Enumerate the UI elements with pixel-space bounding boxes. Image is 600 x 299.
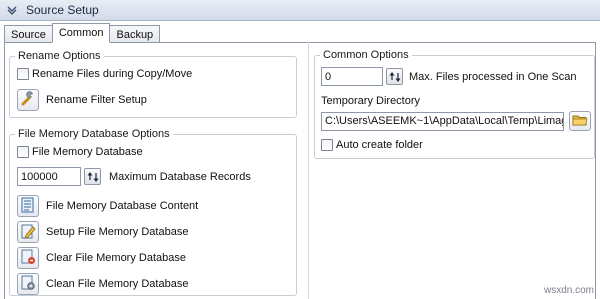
db-clear-button[interactable] xyxy=(17,247,39,269)
rename-files-checkbox[interactable] xyxy=(17,68,29,80)
document-list-icon xyxy=(20,197,36,216)
temp-dir-label: Temporary Directory xyxy=(321,95,421,107)
watermark: wsxdn.com xyxy=(543,285,594,296)
rename-filter-setup-label: Rename Filter Setup xyxy=(46,94,147,106)
temp-dir-row: C:\Users\ASEEMK~1\AppData\Local\Temp\Lim… xyxy=(321,111,591,131)
rename-filter-setup-button[interactable] xyxy=(17,89,39,111)
edit-document-icon xyxy=(20,223,36,242)
browse-folder-button[interactable] xyxy=(569,111,591,131)
temp-dir-input[interactable]: C:\Users\ASEEMK~1\AppData\Local\Temp\Lim… xyxy=(321,111,564,131)
group-title: Common Options xyxy=(320,49,412,61)
max-records-row: 100000 Maximum Database Records xyxy=(17,167,251,186)
max-records-input[interactable]: 100000 xyxy=(17,167,81,186)
db-setup-row: Setup File Memory Database xyxy=(17,221,188,243)
db-content-row: File Memory Database Content xyxy=(17,195,198,217)
rename-files-row: Rename Files during Copy/Move xyxy=(17,68,192,80)
tab-label: Common xyxy=(58,27,104,39)
db-content-label: File Memory Database Content xyxy=(46,200,199,212)
window-title: Source Setup xyxy=(26,3,99,17)
max-files-input[interactable]: 0 xyxy=(321,67,383,86)
group-title: Rename Options xyxy=(15,50,104,62)
group-title: File Memory Database Options xyxy=(15,128,173,140)
file-memory-db-label[interactable]: File Memory Database xyxy=(32,146,143,158)
max-records-label: Maximum Database Records xyxy=(109,170,251,183)
auto-create-row: Auto create folder xyxy=(321,139,423,151)
delete-document-icon xyxy=(20,249,36,268)
auto-create-checkbox[interactable] xyxy=(321,139,333,151)
up-down-arrows-icon xyxy=(389,71,400,82)
max-files-spinner[interactable] xyxy=(386,68,403,85)
db-clear-label: Clear File Memory Database xyxy=(46,252,186,264)
db-setup-label: Setup File Memory Database xyxy=(46,226,189,238)
db-content-button[interactable] xyxy=(17,195,39,217)
wrench-icon xyxy=(20,90,36,110)
window-titlebar: Source Setup xyxy=(0,0,600,21)
rename-files-label[interactable]: Rename Files during Copy/Move xyxy=(32,68,192,80)
tab-backup[interactable]: Backup xyxy=(109,25,161,43)
db-clean-label: Clean File Memory Database xyxy=(46,278,189,290)
chevron-down-icon[interactable] xyxy=(6,4,18,16)
tab-label: Source xyxy=(11,28,46,41)
db-clean-row: Clean File Memory Database xyxy=(17,273,188,295)
file-memory-db-row: File Memory Database xyxy=(17,146,143,158)
database-settings-icon xyxy=(20,275,36,294)
tab-label: Backup xyxy=(116,28,154,41)
column-divider xyxy=(308,42,309,299)
auto-create-label[interactable]: Auto create folder xyxy=(336,139,423,151)
tab-source[interactable]: Source xyxy=(4,25,53,43)
db-setup-button[interactable] xyxy=(17,221,39,243)
rename-filter-setup-row: Rename Filter Setup xyxy=(17,89,147,111)
up-down-arrows-icon xyxy=(87,171,98,182)
max-files-row: 0 Max. Files processed in One Scan xyxy=(321,67,577,86)
folder-icon xyxy=(572,113,588,130)
db-clean-button[interactable] xyxy=(17,273,39,295)
db-clear-row: Clear File Memory Database xyxy=(17,247,186,269)
tab-common[interactable]: Common xyxy=(51,23,111,43)
tab-strip: Source Common Backup xyxy=(4,23,161,43)
max-records-spinner[interactable] xyxy=(84,168,101,185)
file-memory-db-checkbox[interactable] xyxy=(17,146,29,158)
max-files-label: Max. Files processed in One Scan xyxy=(409,70,577,83)
temp-dir-title-row: Temporary Directory xyxy=(321,95,420,107)
